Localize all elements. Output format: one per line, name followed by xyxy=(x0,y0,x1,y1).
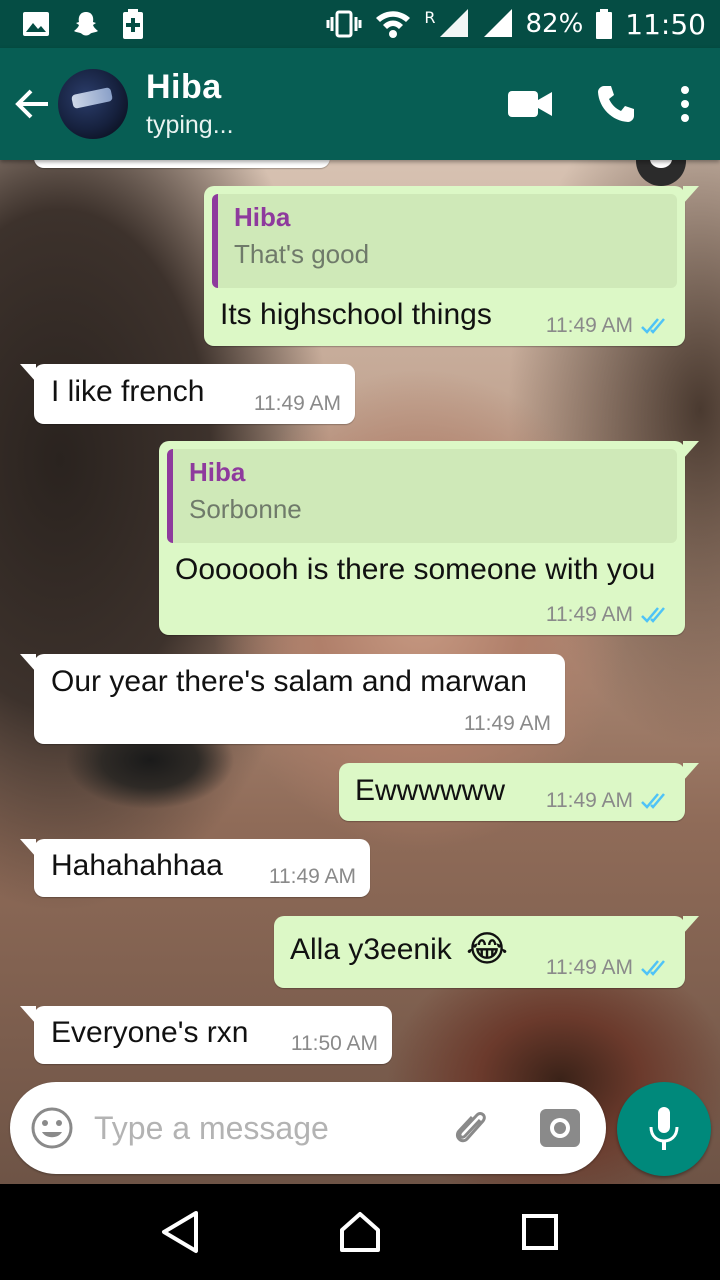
message-meta: 11:49 AM xyxy=(269,865,356,889)
chat-header: Hiba typing... xyxy=(0,48,720,160)
wifi-icon xyxy=(376,11,411,38)
contact-info[interactable]: Hiba typing... xyxy=(146,68,508,140)
signal-icon xyxy=(439,9,468,37)
laughing-emoji-icon: 😂 xyxy=(466,928,509,969)
emoji-icon xyxy=(31,1107,73,1149)
message-text: Ewwwwww xyxy=(355,774,505,807)
message-text: Its highschool things xyxy=(220,298,492,331)
camera-icon xyxy=(540,1109,580,1147)
message-bubble-outgoing[interactable]: Hiba That's good Its highschool things 1… xyxy=(204,186,699,346)
message-text: Everyone's rxn xyxy=(51,1016,249,1049)
read-ticks-icon xyxy=(641,793,665,809)
mic-icon xyxy=(649,1107,679,1150)
avatar[interactable] xyxy=(58,69,128,139)
status-bar: R 82% 11:50 xyxy=(0,0,720,48)
message-meta: 11:49 AM xyxy=(546,603,671,627)
video-call-icon xyxy=(508,91,552,117)
more-vert-icon xyxy=(681,86,689,122)
message-bubble-outgoing[interactable]: Hiba Sorbonne Ooooooh is there someone w… xyxy=(159,441,699,635)
message-bubble-incoming[interactable]: Hahahahhaa 11:49 AM xyxy=(20,839,370,897)
quoted-message[interactable]: Hiba That's good xyxy=(212,194,677,288)
status-left xyxy=(22,9,144,39)
nav-recents-icon xyxy=(522,1214,558,1250)
quoted-sender: Hiba xyxy=(234,202,291,232)
message-time: 11:49 AM xyxy=(545,314,633,337)
message-bubble-incoming[interactable]: Everyone's rxn 11:50 AM xyxy=(20,1006,392,1064)
message-meta: 11:49 AM xyxy=(546,956,671,980)
message-bubble-outgoing[interactable]: Ewwwwww 11:49 AM xyxy=(339,763,699,821)
back-arrow-icon xyxy=(15,89,48,119)
message-text: Our year there's salam and marwan xyxy=(51,665,527,698)
message-text: Hahahahhaa xyxy=(51,849,223,882)
emoji-button[interactable] xyxy=(10,1106,94,1150)
battery-saver-icon xyxy=(123,9,143,39)
message-meta: 11:49 AM xyxy=(546,314,671,338)
read-ticks-icon xyxy=(641,607,665,623)
vibrate-icon xyxy=(326,10,362,38)
video-call-button[interactable] xyxy=(508,91,552,117)
partial-message-bubble xyxy=(34,160,330,168)
quoted-text: That's good xyxy=(234,239,370,269)
back-button[interactable] xyxy=(6,48,58,160)
contact-status: typing... xyxy=(146,111,234,139)
quoted-sender: Hiba xyxy=(189,457,246,487)
partial-scroll-indicator xyxy=(636,160,686,186)
message-text: Ooooooh is there someone with you xyxy=(175,553,656,586)
attach-button[interactable] xyxy=(442,1106,502,1150)
message-text: Alla y3eenik xyxy=(290,933,452,966)
snapchat-icon xyxy=(74,12,98,36)
signal-icon-2 xyxy=(483,9,512,37)
message-time: 11:49 AM xyxy=(545,789,633,812)
nav-home-button[interactable] xyxy=(320,1192,400,1272)
message-time: 11:50 AM xyxy=(290,1032,378,1055)
roaming-indicator: R xyxy=(424,7,436,27)
message-time: 11:49 AM xyxy=(268,865,356,888)
more-options-button[interactable] xyxy=(680,86,690,122)
camera-button[interactable] xyxy=(530,1109,590,1147)
chat-area[interactable]: Hiba That's good Its highschool things 1… xyxy=(0,160,720,1184)
quoted-message[interactable]: Hiba Sorbonne xyxy=(167,449,677,543)
voice-call-button[interactable] xyxy=(596,84,636,124)
message-text: I like french xyxy=(51,375,205,408)
nav-back-button[interactable] xyxy=(140,1192,220,1272)
message-input[interactable]: Type a message xyxy=(94,1110,442,1147)
nav-home-icon xyxy=(340,1212,380,1252)
contact-name: Hiba xyxy=(146,68,222,106)
nav-recents-button[interactable] xyxy=(500,1192,580,1272)
message-input-bar: Type a message xyxy=(10,1082,606,1174)
voice-record-button[interactable] xyxy=(617,1082,711,1176)
nav-back-icon xyxy=(162,1211,198,1253)
status-right: R 82% 11:50 xyxy=(326,8,706,41)
message-bubble-incoming[interactable]: I like french 11:49 AM xyxy=(20,364,355,424)
phone-icon xyxy=(598,86,634,122)
message-time: 11:49 AM xyxy=(545,603,633,626)
message-time: 11:49 AM xyxy=(253,392,341,415)
battery-percent: 82% xyxy=(525,9,584,39)
header-actions xyxy=(508,84,690,124)
gallery-icon xyxy=(23,12,49,36)
message-time: 11:49 AM xyxy=(545,956,633,979)
message-meta: 11:49 AM xyxy=(254,392,341,416)
message-bubble-outgoing[interactable]: Alla y3eenik 😂 11:49 AM xyxy=(274,916,699,988)
message-bubble-incoming[interactable]: Our year there's salam and marwan 11:49 … xyxy=(20,654,565,744)
read-ticks-icon xyxy=(641,960,665,976)
message-meta: 11:49 AM xyxy=(546,789,671,813)
system-nav-bar xyxy=(0,1184,720,1280)
attach-icon xyxy=(455,1112,486,1143)
message-meta: 11:50 AM xyxy=(291,1032,378,1056)
quoted-text: Sorbonne xyxy=(189,494,302,524)
message-meta: 11:49 AM xyxy=(464,712,551,736)
message-time: 11:49 AM xyxy=(463,712,551,735)
battery-icon xyxy=(596,9,613,39)
clock: 11:50 xyxy=(625,7,706,41)
read-ticks-icon xyxy=(641,318,665,334)
